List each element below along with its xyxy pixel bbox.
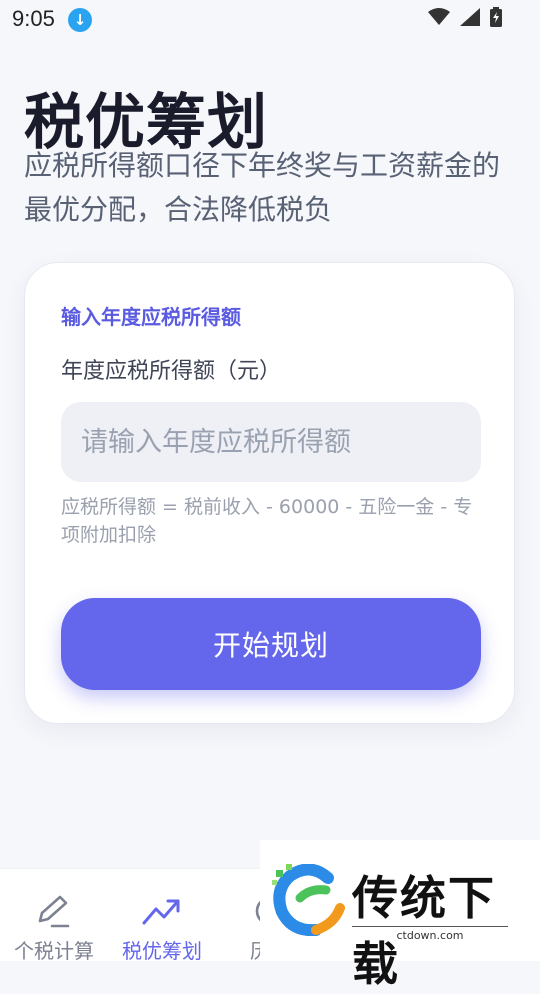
signal-icon <box>460 8 480 26</box>
download-icon: ↓ <box>68 8 92 32</box>
nav-item-tax-calc[interactable]: 个税计算 <box>0 869 108 963</box>
status-icons <box>428 7 502 27</box>
watermark: 传统下载 ctdown.com <box>260 840 540 991</box>
wifi-icon <box>428 8 450 25</box>
taxable-income-input[interactable] <box>61 402 481 482</box>
pencil-icon <box>38 895 70 928</box>
field-hint: 应税所得额 = 税前收入 - 60000 - 五险一金 - 专项附加扣除 <box>61 496 473 546</box>
page-subtitle: 应税所得额口径下年终奖与工资薪金的最优分配，合法降低税负 <box>24 149 501 226</box>
watermark-logo-icon <box>272 864 345 936</box>
trend-up-icon <box>142 899 180 925</box>
status-bar: 9:05 ↓ <box>0 0 540 38</box>
field-label: 年度应税所得额（元） <box>61 359 282 384</box>
status-time: 9:05 <box>12 6 55 31</box>
battery-icon <box>490 7 502 27</box>
start-planning-button[interactable]: 开始规划 <box>61 598 481 690</box>
planning-card: 输入年度应税所得额 年度应税所得额（元） 应税所得额 = 税前收入 - 6000… <box>24 262 515 724</box>
nav-item-tax-planning[interactable]: 税优筹划 <box>108 869 216 963</box>
watermark-url: ctdown.com <box>352 926 508 942</box>
section-title: 输入年度应税所得额 <box>61 305 241 329</box>
